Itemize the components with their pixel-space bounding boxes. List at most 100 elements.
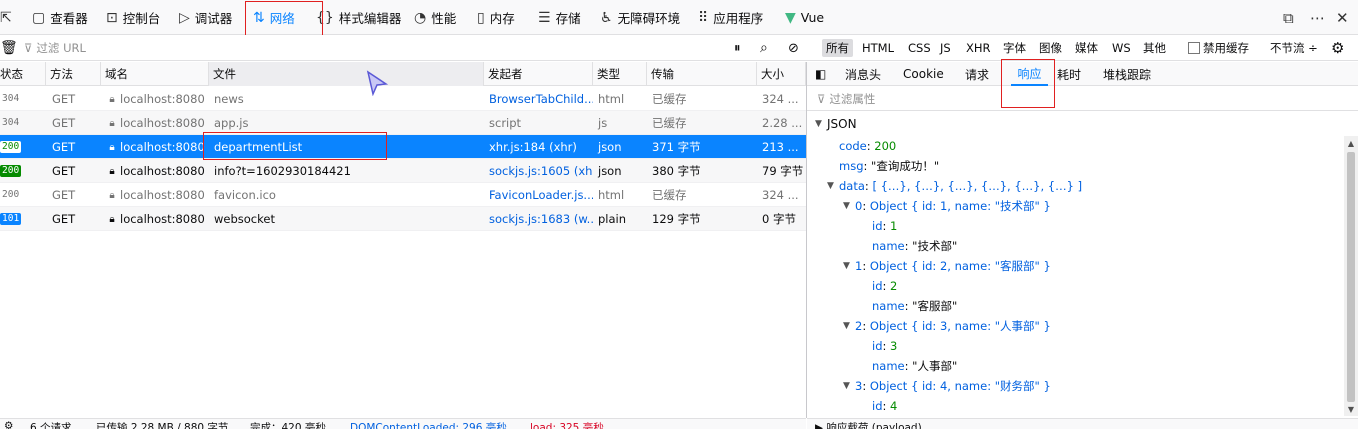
tab-stack-trace[interactable]: 堆栈跟踪 <box>1103 62 1151 86</box>
col-transfer[interactable]: 传输 <box>647 62 757 86</box>
tree-key: 1 <box>855 259 863 273</box>
tree-row[interactable]: ▼ data: [ {…}, {…}, {…}, {…}, {…}, {…} ] <box>807 176 1082 196</box>
tab-performance[interactable]: ◔ 性能 <box>414 0 456 35</box>
tree-key: code <box>839 139 867 153</box>
table-row-selected[interactable]: 200 GET 🔒︎ localhost:8080 departmentList … <box>0 135 806 159</box>
col-label: 文件 <box>213 67 236 81</box>
table-row[interactable]: 304 GET 🔒︎ localhost:8080 app.js script j… <box>0 111 806 135</box>
tree-row[interactable]: id: 3 <box>807 336 897 356</box>
tab-memory[interactable]: ▯ 内存 <box>477 0 515 35</box>
scroll-down-icon[interactable]: ▼ <box>1344 402 1358 416</box>
tab-application[interactable]: ⠿ 应用程序 <box>698 0 763 35</box>
tree-row[interactable]: name: "技术部" <box>807 236 957 256</box>
element-picker-button[interactable]: ⇱ <box>0 0 12 35</box>
block-button[interactable]: ⊘ <box>788 35 799 61</box>
tree-row[interactable]: name: "客服部" <box>807 296 957 316</box>
table-row[interactable]: 304 GET 🔒︎ localhost:8080 news BrowserTab… <box>0 87 806 111</box>
tab-vue[interactable]: ▼ Vue <box>785 0 824 35</box>
tree-row[interactable]: ▼ 3: Object { id: 4, name: "财务部" } <box>807 376 1051 396</box>
tab-debugger[interactable]: ▷ 调试器 <box>179 0 232 35</box>
tab-timings[interactable]: 耗时 <box>1057 62 1081 86</box>
col-size[interactable]: 大小 <box>757 62 806 86</box>
status-badge: 200 <box>2 189 20 200</box>
type-cell: json <box>598 140 622 154</box>
initiator-link[interactable]: sockjs.js:1683 (w... <box>485 207 593 231</box>
size-cell: 213 ... <box>762 140 799 154</box>
more-icon: ⋯ <box>1310 8 1325 27</box>
payload-section-header[interactable]: ▶ 响应载荷 (payload) <box>807 418 1358 429</box>
scroll-up-icon[interactable]: ▲ <box>1344 136 1358 150</box>
col-method[interactable]: 方法 <box>46 62 101 86</box>
close-devtools-button[interactable]: ✕ <box>1336 0 1349 35</box>
col-status[interactable]: 状态 <box>0 62 46 86</box>
toggle-sidebar-button[interactable]: ◧ <box>815 62 826 86</box>
pause-button[interactable]: ⏸ <box>734 35 741 61</box>
type-filter-media[interactable]: 媒体 <box>1071 39 1102 57</box>
json-section-header[interactable]: ▼ JSON <box>807 112 1358 136</box>
throttle-select[interactable]: 不节流 ÷ <box>1270 35 1318 61</box>
transfer-cell: 已缓存 <box>652 188 687 202</box>
type-filter-all[interactable]: 所有 <box>822 39 853 57</box>
initiator-link[interactable]: FaviconLoader.js... <box>485 183 593 207</box>
tree-row[interactable]: msg: "查询成功！" <box>807 156 939 176</box>
table-row[interactable]: 200 GET 🔒︎ localhost:8080 info?t=16029301… <box>0 159 806 183</box>
network-settings-button[interactable]: ⚙ <box>1331 35 1344 61</box>
tree-row[interactable]: id: 1 <box>807 216 897 236</box>
type-filter-js[interactable]: JS <box>936 39 955 57</box>
tree-row[interactable]: code: 200 <box>807 136 896 156</box>
type-cell: plain <box>598 212 627 226</box>
type-filter-ws[interactable]: WS <box>1108 39 1135 57</box>
tab-inspector[interactable]: ▢ 查看器 <box>32 0 88 35</box>
tab-response[interactable]: 响应 <box>1011 62 1048 86</box>
tab-style-editor[interactable]: {} 样式编辑器 <box>316 0 401 35</box>
col-initiator[interactable]: 发起者 <box>484 62 593 86</box>
type-label: 其他 <box>1143 41 1166 55</box>
tree-row[interactable]: ▼ 1: Object { id: 2, name: "客服部" } <box>807 256 1051 276</box>
type-filter-images[interactable]: 图像 <box>1035 39 1066 57</box>
tab-headers[interactable]: 消息头 <box>845 62 881 86</box>
table-row[interactable]: 200 GET 🔒︎ localhost:8080 favicon.ico Fav… <box>0 183 806 207</box>
type-filter-fonts[interactable]: 字体 <box>999 39 1030 57</box>
type-filter-css[interactable]: CSS <box>904 39 935 57</box>
initiator-link[interactable]: BrowserTabChild... <box>485 87 593 111</box>
tree-row[interactable]: ▼ 0: Object { id: 1, name: "技术部" } <box>807 196 1051 216</box>
type-filter-xhr[interactable]: XHR <box>962 39 995 57</box>
initiator-link[interactable]: sockjs.js:1605 (xhr) <box>485 159 593 183</box>
col-domain[interactable]: 域名 <box>101 62 209 86</box>
type-filter-html[interactable]: HTML <box>858 39 898 57</box>
type-filter-other[interactable]: 其他 <box>1139 39 1170 57</box>
performance-icon: ◔ <box>414 9 427 26</box>
collapse-icon: ▼ <box>815 119 822 129</box>
tree-row[interactable]: id: 2 <box>807 276 897 296</box>
tab-label: Vue <box>800 10 825 25</box>
more-menu-button[interactable]: ⋯ <box>1310 0 1325 35</box>
dock-button[interactable]: ⧉ <box>1283 0 1294 35</box>
initiator-link[interactable]: xhr.js:184 (xhr) <box>485 135 593 159</box>
tab-request[interactable]: 请求 <box>965 62 989 86</box>
lock-icon: 🔒︎ <box>109 213 115 225</box>
tab-cookie[interactable]: Cookie <box>903 62 944 86</box>
tab-console[interactable]: ⊡ 控制台 <box>106 0 160 35</box>
search-button[interactable]: ⌕ <box>760 35 768 61</box>
tree-value: "技术部" <box>912 239 958 253</box>
filter-properties-input[interactable]: ⊽ 过滤属性 <box>807 87 1358 111</box>
col-type[interactable]: 类型 <box>593 62 647 86</box>
tab-accessibility[interactable]: ♿ 无障碍环境 <box>600 0 680 35</box>
json-scrollbar[interactable]: ▲ ▼ <box>1344 136 1358 416</box>
tree-value: Object { id: 2, name: "客服部" } <box>869 259 1051 273</box>
col-file[interactable]: 文件 <box>209 62 484 86</box>
lock-icon: 🔒︎ <box>109 165 115 177</box>
disable-cache-checkbox[interactable]: 禁用缓存 <box>1188 35 1249 61</box>
tree-row[interactable]: id: 4 <box>807 396 897 416</box>
scroll-thumb[interactable] <box>1347 152 1355 402</box>
clear-button[interactable]: 🗑 <box>0 35 18 61</box>
tab-network[interactable]: ⇅ 网络 <box>253 0 295 35</box>
expand-icon: ▼ <box>843 261 850 271</box>
table-row[interactable]: 101 GET 🔒︎ localhost:8080 websocket sockj… <box>0 207 806 231</box>
tree-row[interactable]: ▼ 2: Object { id: 3, name: "人事部" } <box>807 316 1051 336</box>
application-icon: ⠿ <box>698 9 709 26</box>
filter-url-input[interactable]: ⊽ 过滤 URL <box>24 35 724 61</box>
tree-row[interactable]: name: "人事部" <box>807 356 957 376</box>
tab-storage[interactable]: ☰ 存储 <box>538 0 581 35</box>
status-cell: 101 <box>0 207 46 231</box>
